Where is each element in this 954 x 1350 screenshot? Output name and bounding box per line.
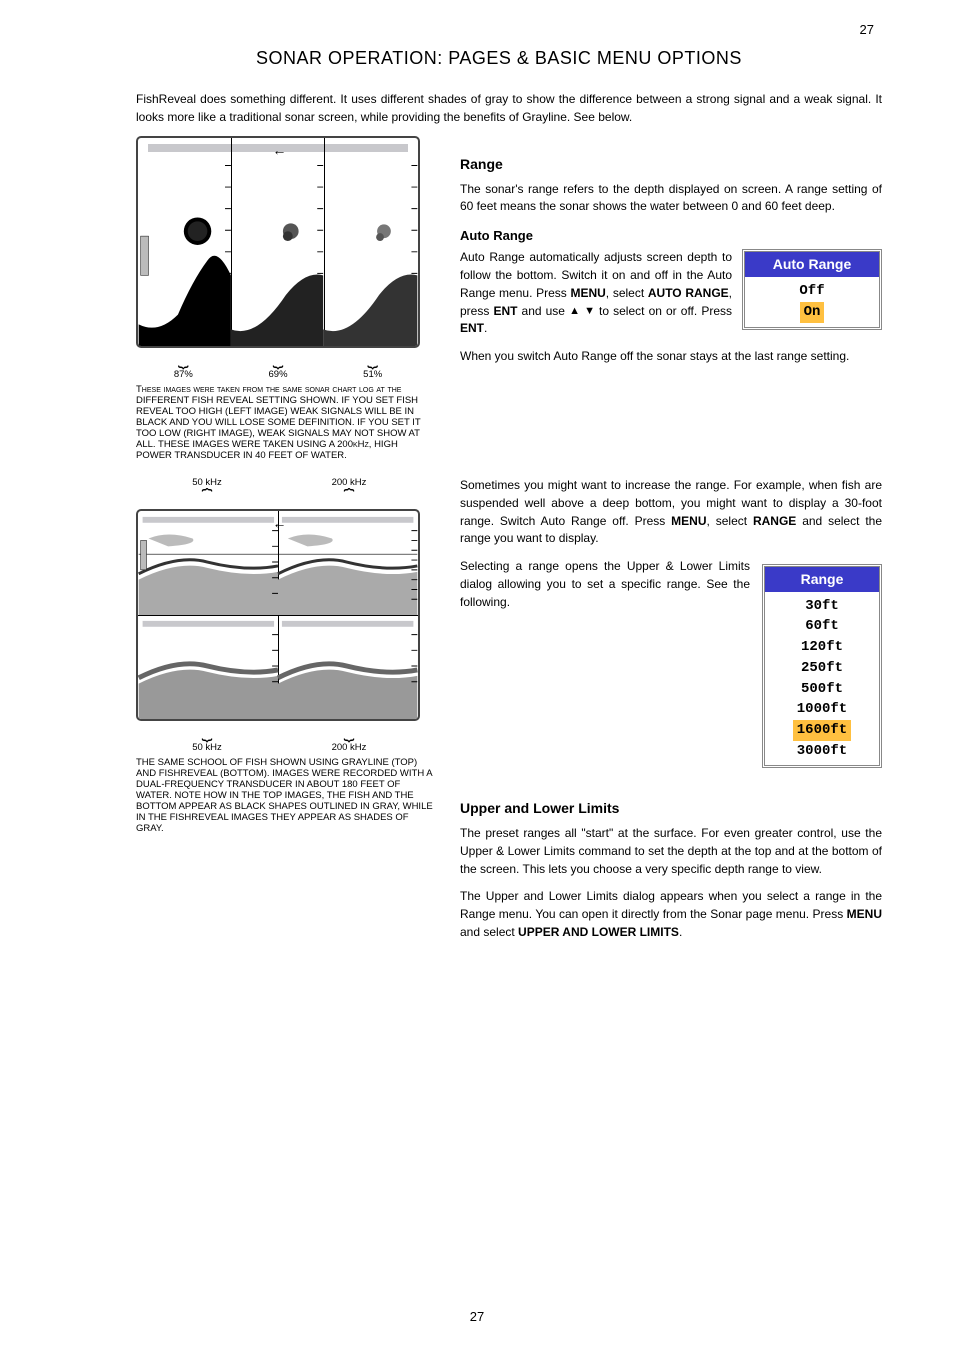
- sonar-image-b: ←: [136, 509, 420, 721]
- auto-range-option-on[interactable]: On: [745, 302, 879, 323]
- brace-glyph: ⏟: [325, 348, 420, 369]
- brace-glyph: ⏟: [278, 488, 420, 509]
- range-heading: Range: [460, 154, 882, 175]
- range-option[interactable]: 500ft: [765, 679, 879, 700]
- sonar-waveform-b: [138, 511, 418, 719]
- page-number-top: 27: [860, 22, 874, 37]
- brace-glyph: ⏟: [231, 348, 326, 369]
- auto-range-menu-body: Off On: [745, 277, 879, 326]
- upper-lower-p2: The Upper and Lower Limits dialog appear…: [460, 888, 882, 941]
- brace-label: 87%: [136, 369, 231, 380]
- auto-range-menu[interactable]: Auto Range Off On: [742, 249, 882, 329]
- figure-b-caption: THE SAME SCHOOL OF FISH SHOWN USING GRAY…: [136, 757, 436, 834]
- key-menu: MENU: [671, 514, 706, 528]
- bottom-labels-b: 50 kHz 200 kHz: [136, 742, 420, 753]
- key-auto-range: AUTO RANGE: [648, 286, 729, 300]
- range-option[interactable]: 1000ft: [765, 699, 879, 720]
- range-option[interactable]: 120ft: [765, 637, 879, 658]
- range-menu[interactable]: Range 30ft60ft120ft250ft500ft1000ft1600f…: [762, 564, 882, 768]
- top-labels-b: 50 kHz 200 kHz: [136, 477, 420, 488]
- sonar-waveform-a: [138, 138, 418, 346]
- selected-highlight: On: [800, 302, 825, 323]
- text: , select: [707, 514, 753, 528]
- up-arrow-icon: ▲: [569, 303, 580, 319]
- figure-a-caption-col: Range The sonar's range refers to the de…: [460, 136, 882, 380]
- brace-label: 69%: [231, 369, 326, 380]
- freq-label: 50 kHz: [136, 742, 278, 753]
- intro-paragraph: FishReveal does something different. It …: [136, 90, 882, 126]
- key-upper-lower: UPPER AND LOWER LIMITS: [518, 925, 679, 939]
- text: to select on or off. Press: [595, 304, 732, 318]
- auto-range-p3: When you switch Auto Range off the sonar…: [460, 348, 882, 366]
- brace-glyph: ⏟: [136, 721, 278, 742]
- range-p1: The sonar's range refers to the depth di…: [460, 181, 882, 217]
- range-selection-col: Sometimes you might want to increase the…: [460, 477, 882, 952]
- upper-lower-p1: The preset ranges all "start" at the sur…: [460, 825, 882, 878]
- figure-a-caption: These images were taken from the same so…: [136, 384, 436, 461]
- range-menu-wrap: Range 30ft60ft120ft250ft500ft1000ft1600f…: [762, 564, 882, 768]
- text: and use: [517, 304, 569, 318]
- brace-row-a: ⏟ ⏟ ⏟: [136, 348, 420, 369]
- selected-highlight: 1600ft: [793, 720, 851, 741]
- sonar-image-a: ←: [136, 136, 420, 348]
- content-area: FishReveal does something different. It …: [136, 90, 882, 952]
- range-menu-body: 30ft60ft120ft250ft500ft1000ft1600ft3000f…: [765, 592, 879, 766]
- brace-row-b-top: ⏟ ⏟: [136, 488, 420, 509]
- key-ent: ENT: [460, 321, 484, 335]
- key-menu: MENU: [847, 907, 882, 921]
- auto-range-option-off[interactable]: Off: [745, 281, 879, 302]
- range-p4: Sometimes you might want to increase the…: [460, 477, 882, 548]
- text: and select: [460, 925, 518, 939]
- range-menu-header: Range: [765, 567, 879, 592]
- range-option[interactable]: 250ft: [765, 658, 879, 679]
- freq-label: 200 kHz: [278, 477, 420, 488]
- key-ent: ENT: [493, 304, 517, 318]
- figure-a-left: ←: [136, 136, 436, 380]
- range-option[interactable]: 30ft: [765, 596, 879, 617]
- text: The Upper and Lower Limits dialog appear…: [460, 889, 882, 921]
- text: .: [679, 925, 682, 939]
- brace-labels-a: 87% 69% 51%: [136, 369, 420, 380]
- key-menu: MENU: [570, 286, 605, 300]
- figure-a-row: ←: [136, 136, 882, 380]
- figure-b-row: 50 kHz 200 kHz ⏟ ⏟ ←: [136, 477, 882, 952]
- brace-row-b-bottom: ⏟ ⏟: [136, 721, 420, 742]
- text: .: [484, 321, 487, 335]
- brace-label: 51%: [325, 369, 420, 380]
- auto-range-menu-wrap: Auto Range Off On: [742, 249, 882, 329]
- auto-range-heading: Auto Range: [460, 226, 882, 245]
- brace-glyph: ⏟: [136, 488, 278, 509]
- brace-glyph: ⏟: [136, 348, 231, 369]
- freq-label: 200 kHz: [278, 742, 420, 753]
- key-range: RANGE: [753, 514, 796, 528]
- brace-glyph: ⏟: [278, 721, 420, 742]
- auto-range-menu-header: Auto Range: [745, 252, 879, 277]
- range-option[interactable]: 1600ft: [765, 720, 879, 741]
- down-arrow-icon: ▼: [584, 303, 595, 319]
- freq-label: 50 kHz: [136, 477, 278, 488]
- page-number-bottom: 27: [0, 1309, 954, 1324]
- text: , select: [606, 286, 648, 300]
- range-option[interactable]: 60ft: [765, 616, 879, 637]
- section-title: SONAR OPERATION: PAGES & BASIC MENU OPTI…: [256, 48, 742, 69]
- figure-b-left: 50 kHz 200 kHz ⏟ ⏟ ←: [136, 477, 436, 952]
- range-option[interactable]: 3000ft: [765, 741, 879, 762]
- upper-lower-heading: Upper and Lower Limits: [460, 798, 882, 819]
